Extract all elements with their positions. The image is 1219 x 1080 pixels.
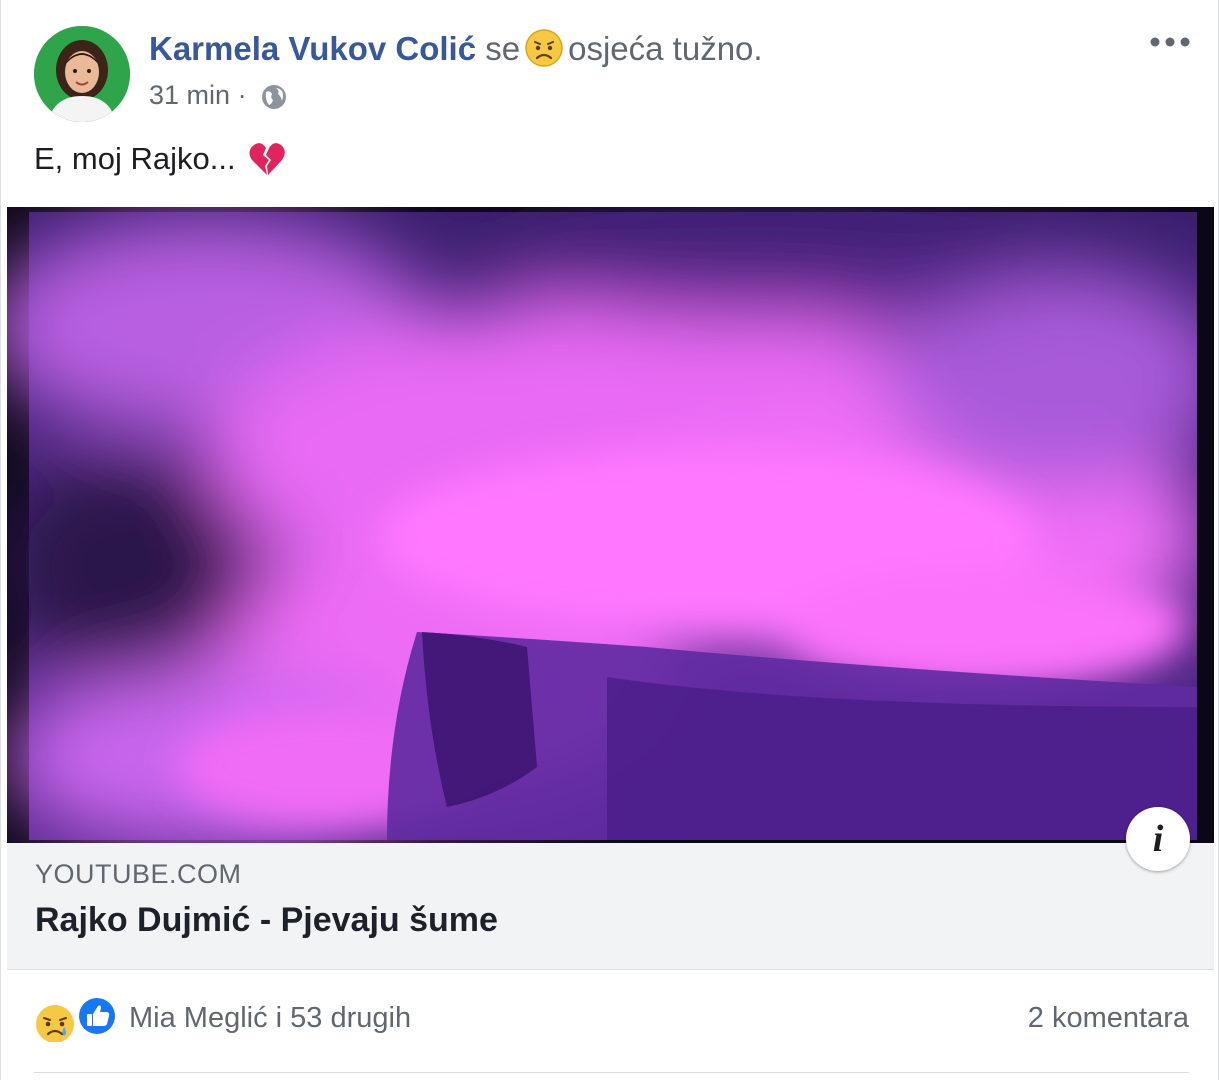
post-time[interactable]: 31 min	[149, 80, 230, 110]
info-button[interactable]: i	[1126, 807, 1190, 871]
link-domain: YOUTUBE.COM	[35, 859, 242, 889]
post-message: E, moj Rajko...	[34, 139, 286, 179]
post-meta: 31 min ·	[149, 78, 288, 112]
author-name[interactable]: Karmela Vukov Colić	[149, 30, 476, 67]
reaction-count[interactable]: Mia Meglić i 53 drugih	[129, 1002, 411, 1035]
author-avatar[interactable]	[34, 26, 130, 122]
facebook-post: Karmela Vukov Colić se osjeća tužno. 31 …	[0, 0, 1219, 1080]
reaction-icons[interactable]	[31, 996, 123, 1043]
video-thumbnail[interactable]	[7, 207, 1214, 843]
link-preview[interactable]: YOUTUBE.COM Rajko Dujmić - Pjevaju šume	[7, 843, 1214, 970]
footer-divider	[34, 1072, 1189, 1073]
comment-count[interactable]: 2 komentara	[1028, 1002, 1189, 1035]
post-text: E, moj Rajko...	[34, 141, 236, 176]
more-options-icon[interactable]	[1148, 30, 1192, 54]
author-line: Karmela Vukov Colić se osjeća tužno.	[149, 28, 763, 69]
post-footer: Mia Meglić i 53 drugih 2 komentara	[1, 990, 1218, 1060]
link-title[interactable]: Rajko Dujmić - Pjevaju šume	[35, 901, 498, 940]
meta-separator: ·	[237, 80, 247, 110]
sad-face-emoji-icon	[524, 28, 564, 68]
post-header: Karmela Vukov Colić se osjeća tužno. 31 …	[1, 0, 1218, 130]
feeling-prefix: se	[485, 30, 521, 67]
broken-heart-icon	[248, 141, 286, 177]
globe-icon[interactable]	[260, 83, 288, 111]
feeling-text: osjeća tužno.	[568, 30, 763, 67]
